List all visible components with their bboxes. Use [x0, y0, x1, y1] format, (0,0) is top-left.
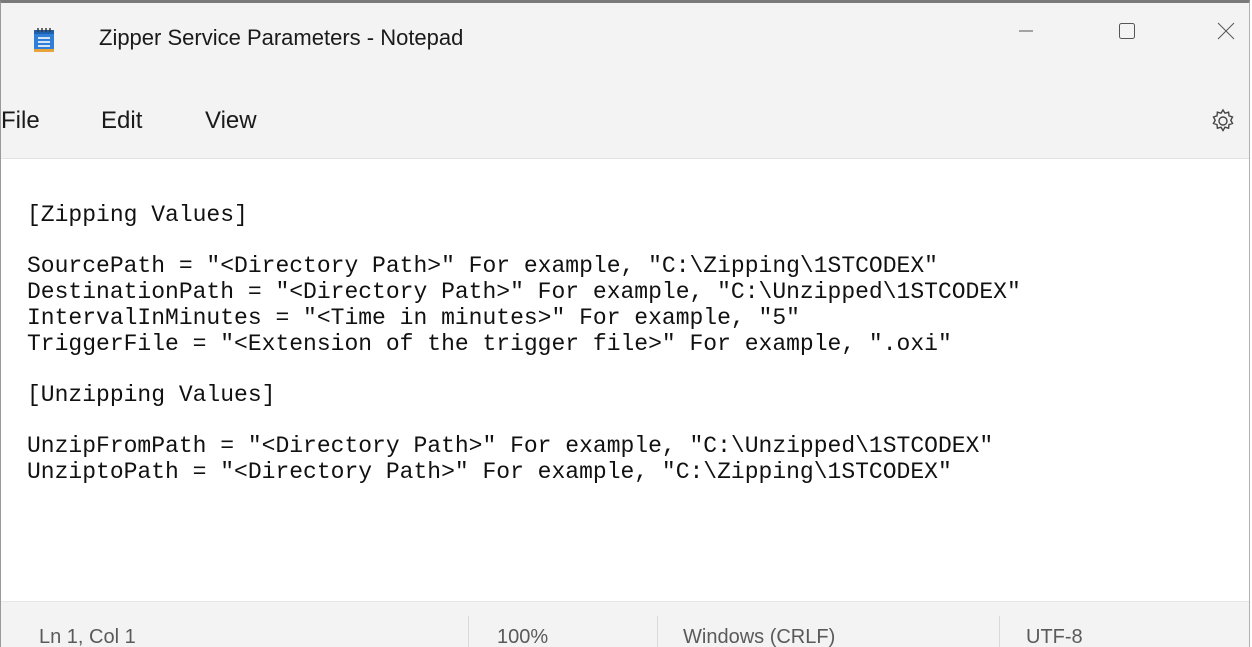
menu-edit[interactable]: Edit: [101, 107, 142, 135]
title-bar[interactable]: Zipper Service Parameters - Notepad: [1, 3, 1249, 79]
menu-file[interactable]: File: [1, 107, 40, 135]
window-title: Zipper Service Parameters - Notepad: [99, 25, 464, 50]
editor-line: [Unzipping Values]: [27, 381, 276, 408]
close-button[interactable]: [1191, 3, 1249, 63]
minimize-button[interactable]: [991, 3, 1061, 63]
editor-line: TriggerFile = "<Extension of the trigger…: [27, 330, 952, 357]
gear-icon: [1209, 108, 1237, 139]
maximize-button[interactable]: [1092, 3, 1162, 63]
maximize-icon: [1117, 21, 1137, 46]
status-divider: [657, 616, 658, 647]
close-icon: [1215, 20, 1237, 47]
text-editor[interactable]: [Zipping Values] SourcePath = "<Director…: [1, 159, 1249, 601]
status-zoom[interactable]: 100%: [497, 626, 548, 647]
menu-view[interactable]: View: [205, 107, 257, 135]
notepad-icon: [33, 27, 55, 53]
settings-button[interactable]: [1209, 107, 1237, 135]
editor-line: [Zipping Values]: [27, 202, 248, 228]
notepad-window: Zipper Service Parameters - Notepad File…: [0, 0, 1250, 647]
editor-line: UnziptoPath = "<Directory Path>" For exa…: [27, 459, 952, 486]
status-divider: [999, 616, 1000, 647]
status-line-endings[interactable]: Windows (CRLF): [683, 626, 835, 647]
status-bar: Ln 1, Col 1 100% Windows (CRLF) UTF-8: [1, 601, 1249, 647]
status-divider: [468, 616, 469, 647]
editor-line: IntervalInMinutes = "<Time in minutes>" …: [27, 304, 800, 331]
editor-line: SourcePath = "<Directory Path>" For exam…: [27, 253, 938, 280]
editor-line: UnzipFromPath = "<Directory Path>" For e…: [27, 433, 994, 460]
menu-bar: File Edit View: [1, 79, 1249, 159]
editor-content: [Zipping Values] SourcePath = "<Director…: [27, 202, 1021, 486]
minimize-icon: [1016, 21, 1036, 46]
status-encoding[interactable]: UTF-8: [1026, 626, 1083, 647]
editor-line: DestinationPath = "<Directory Path>" For…: [27, 279, 1021, 306]
status-cursor-position[interactable]: Ln 1, Col 1: [39, 626, 136, 647]
